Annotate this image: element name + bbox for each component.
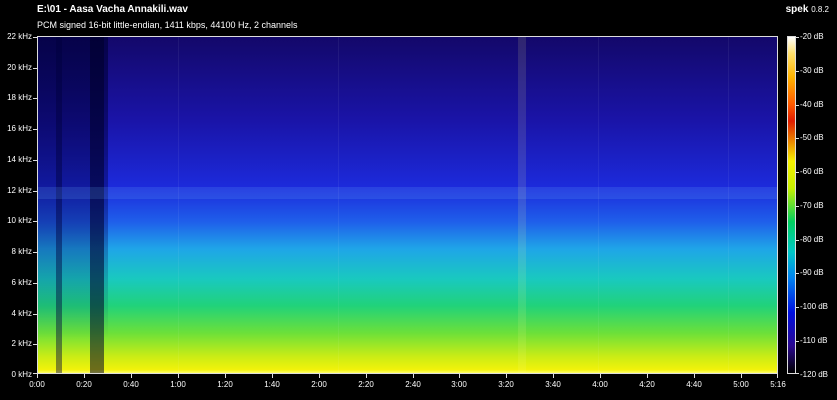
freq-tick: [33, 129, 37, 130]
freq-label: 0 kHz: [11, 370, 32, 379]
spectrogram-streak: [598, 37, 599, 373]
db-tick: [796, 105, 799, 106]
db-label: -110 dB: [800, 336, 828, 345]
db-label: -70 dB: [800, 201, 824, 210]
time-tick: [777, 374, 778, 378]
time-label: 0:40: [123, 380, 139, 389]
time-tick: [506, 374, 507, 378]
freq-tick: [33, 37, 37, 38]
freq-tick: [33, 344, 37, 345]
db-tick: [796, 37, 799, 38]
time-tick: [553, 374, 554, 378]
freq-label: 22 kHz: [7, 32, 32, 41]
app-brand: spek 0.8.2: [786, 4, 829, 15]
freq-tick: [33, 160, 37, 161]
db-label: -90 dB: [800, 268, 824, 277]
time-tick: [413, 374, 414, 378]
time-label: 0:00: [29, 380, 45, 389]
app-name: spek: [785, 4, 809, 15]
time-label: 2:40: [405, 380, 421, 389]
time-label: 4:40: [686, 380, 702, 389]
time-tick: [84, 374, 85, 378]
time-label: 3:40: [545, 380, 561, 389]
db-color-scale: [787, 36, 796, 374]
freq-label: 10 kHz: [7, 216, 32, 225]
db-tick: [796, 71, 799, 72]
db-label: -80 dB: [800, 235, 824, 244]
freq-label: 4 kHz: [11, 309, 32, 318]
time-label: 3:00: [451, 380, 467, 389]
time-tick: [178, 374, 179, 378]
db-label: -20 dB: [800, 32, 824, 41]
time-tick: [366, 374, 367, 378]
freq-tick: [33, 68, 37, 69]
spectrogram-dark-band: [90, 37, 104, 373]
freq-tick: [33, 98, 37, 99]
time-tick: [319, 374, 320, 378]
time-tick: [37, 374, 38, 378]
freq-label: 8 kHz: [11, 247, 32, 256]
freq-label: 16 kHz: [7, 124, 32, 133]
freq-tick: [33, 252, 37, 253]
spectrogram: [37, 36, 778, 374]
db-label: -100 dB: [800, 302, 829, 311]
freq-label: 12 kHz: [7, 186, 32, 195]
db-tick: [796, 206, 799, 207]
db-label: -60 dB: [800, 167, 824, 176]
spectrogram-high-band: [38, 187, 777, 199]
time-tick: [694, 374, 695, 378]
db-tick: [796, 341, 799, 342]
freq-tick: [33, 221, 37, 222]
time-tick: [272, 374, 273, 378]
file-title: E:\01 - Aasa Vacha Annakili.wav: [37, 4, 188, 15]
freq-label: 2 kHz: [11, 339, 32, 348]
spectrogram-dark-band: [56, 37, 62, 373]
stream-info: PCM signed 16-bit little-endian, 1411 kb…: [37, 20, 298, 30]
db-label: -30 dB: [800, 66, 824, 75]
db-tick: [796, 138, 799, 139]
time-label: 4:00: [592, 380, 608, 389]
freq-label: 14 kHz: [7, 155, 32, 164]
freq-label: 6 kHz: [11, 278, 32, 287]
time-label: 2:20: [358, 380, 374, 389]
time-label: 1:00: [170, 380, 186, 389]
db-tick: [796, 240, 799, 241]
time-tick: [459, 374, 460, 378]
time-tick: [600, 374, 601, 378]
time-label: 2:00: [311, 380, 327, 389]
freq-tick: [33, 314, 37, 315]
freq-tick: [33, 191, 37, 192]
db-label: -40 dB: [800, 100, 824, 109]
app-version: 0.8.2: [811, 5, 829, 14]
db-tick: [796, 307, 799, 308]
freq-label: 18 kHz: [7, 93, 32, 102]
time-label: 5:16: [770, 380, 786, 389]
db-tick: [796, 172, 799, 173]
time-tick: [647, 374, 648, 378]
time-label: 1:40: [264, 380, 280, 389]
time-label: 5:00: [733, 380, 749, 389]
db-tick: [796, 273, 799, 274]
time-label: 1:20: [217, 380, 233, 389]
time-label: 0:20: [76, 380, 92, 389]
spectrogram-streak: [178, 37, 179, 373]
db-tick: [796, 373, 799, 374]
spectrogram-streak: [338, 37, 339, 373]
time-label: 3:20: [498, 380, 514, 389]
time-tick: [225, 374, 226, 378]
spectrogram-streak: [518, 37, 526, 373]
time-label: 4:20: [639, 380, 655, 389]
time-tick: [131, 374, 132, 378]
freq-tick: [33, 283, 37, 284]
db-label: -120 dB: [800, 370, 829, 379]
freq-label: 20 kHz: [7, 63, 32, 72]
spectrogram-streak: [728, 37, 729, 373]
db-label: -50 dB: [800, 133, 824, 142]
time-tick: [741, 374, 742, 378]
